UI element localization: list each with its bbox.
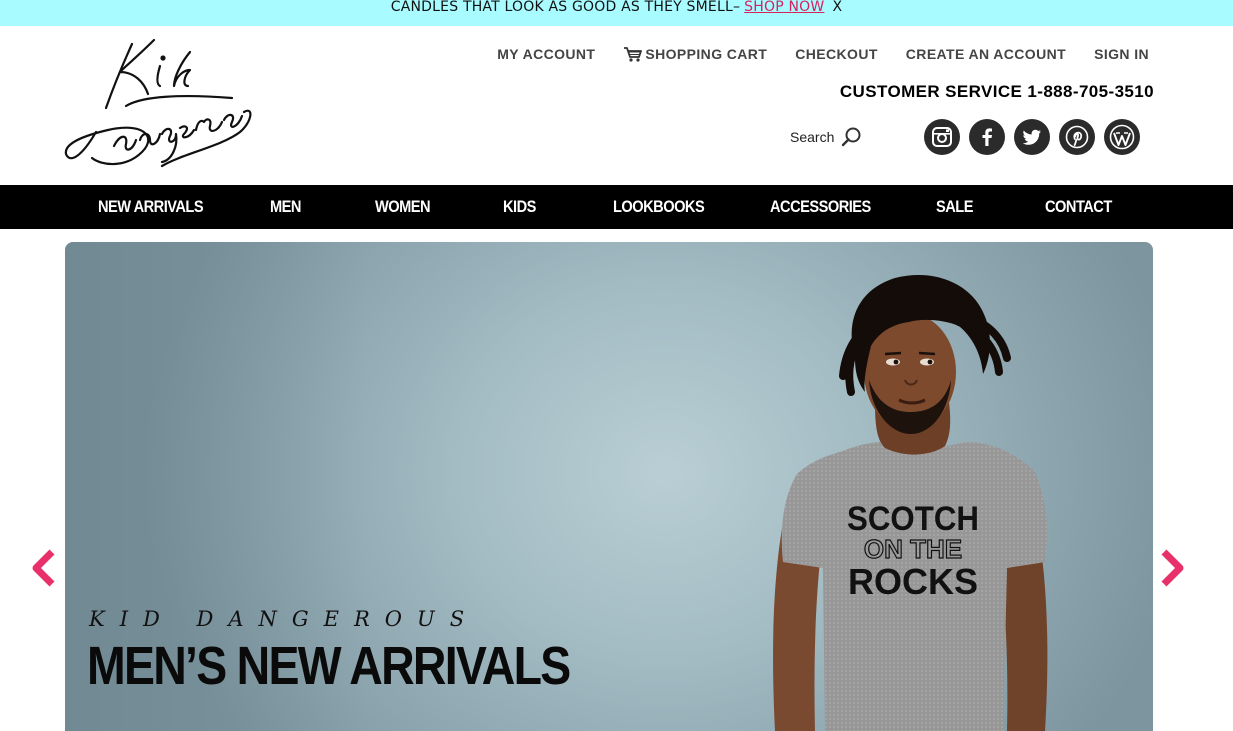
model-photo: SCOTCH ON THE ROCKS [773, 275, 1048, 731]
announcement-bar: CANDLES THAT LOOK AS GOOD AS THEY SMELL–… [0, 0, 1233, 26]
site-header: MY ACCOUNT SHOPPING CART CHECKOUT CREATE… [0, 26, 1233, 185]
nav-women[interactable]: WOMEN [375, 185, 431, 229]
announcement-text-wrap: CANDLES THAT LOOK AS GOOD AS THEY SMELL–… [391, 0, 842, 14]
announcement-text: CANDLES THAT LOOK AS GOOD AS THEY SMELL– [390, 0, 741, 15]
search-label: Search [790, 129, 835, 145]
next-slide-arrow-icon[interactable] [1158, 548, 1188, 588]
nav-kids[interactable]: KIDS [503, 185, 536, 229]
wordpress-icon[interactable] [1104, 119, 1140, 155]
search-button[interactable]: Search [790, 126, 862, 148]
prev-slide-arrow-icon[interactable] [28, 548, 58, 588]
nav-men[interactable]: MEN [270, 185, 301, 229]
main-nav: NEW ARRIVALS MEN WOMEN KIDS LOOKBOOKS AC… [0, 185, 1233, 229]
hero-title: MEN’S NEW ARRIVALS [87, 636, 571, 696]
close-announcement-button[interactable]: X [832, 0, 842, 15]
hero-kicker: KID DANGEROUS [89, 607, 480, 631]
customer-service-phone: CUSTOMER SERVICE 1-888-705-3510 [839, 82, 1154, 101]
kid-dangerous-logo[interactable] [62, 36, 254, 176]
facebook-icon[interactable] [969, 119, 1005, 155]
nav-new-arrivals[interactable]: NEW ARRIVALS [98, 185, 204, 229]
shop-now-link[interactable]: SHOP NOW [744, 0, 824, 15]
social-links [924, 119, 1140, 155]
nav-lookbooks[interactable]: LOOKBOOKS [613, 185, 705, 229]
nav-sale[interactable]: SALE [936, 185, 973, 229]
shirt-line-2: ON THE [864, 534, 962, 564]
sign-in-link[interactable]: SIGN IN [1094, 46, 1149, 62]
shirt-line-3: ROCKS [848, 561, 978, 602]
nav-accessories[interactable]: ACCESSORIES [770, 185, 871, 229]
pinterest-icon[interactable] [1059, 119, 1095, 155]
shopping-cart-link[interactable]: SHOPPING CART [623, 46, 767, 62]
checkout-link[interactable]: CHECKOUT [795, 46, 878, 62]
shopping-cart-label: SHOPPING CART [645, 46, 768, 62]
shirt-line-1: SCOTCH [847, 499, 979, 538]
nav-contact[interactable]: CONTACT [1045, 185, 1112, 229]
cart-icon [624, 47, 643, 62]
hero-slide[interactable]: SCOTCH ON THE ROCKS KID DANGEROUS MEN’S … [65, 242, 1153, 731]
twitter-icon[interactable] [1014, 119, 1050, 155]
create-account-link[interactable]: CREATE AN ACCOUNT [906, 46, 1066, 62]
search-icon [842, 127, 861, 147]
my-account-link[interactable]: MY ACCOUNT [497, 46, 595, 62]
instagram-icon[interactable] [924, 119, 960, 155]
account-links: MY ACCOUNT SHOPPING CART CHECKOUT CREATE… [497, 46, 1149, 62]
